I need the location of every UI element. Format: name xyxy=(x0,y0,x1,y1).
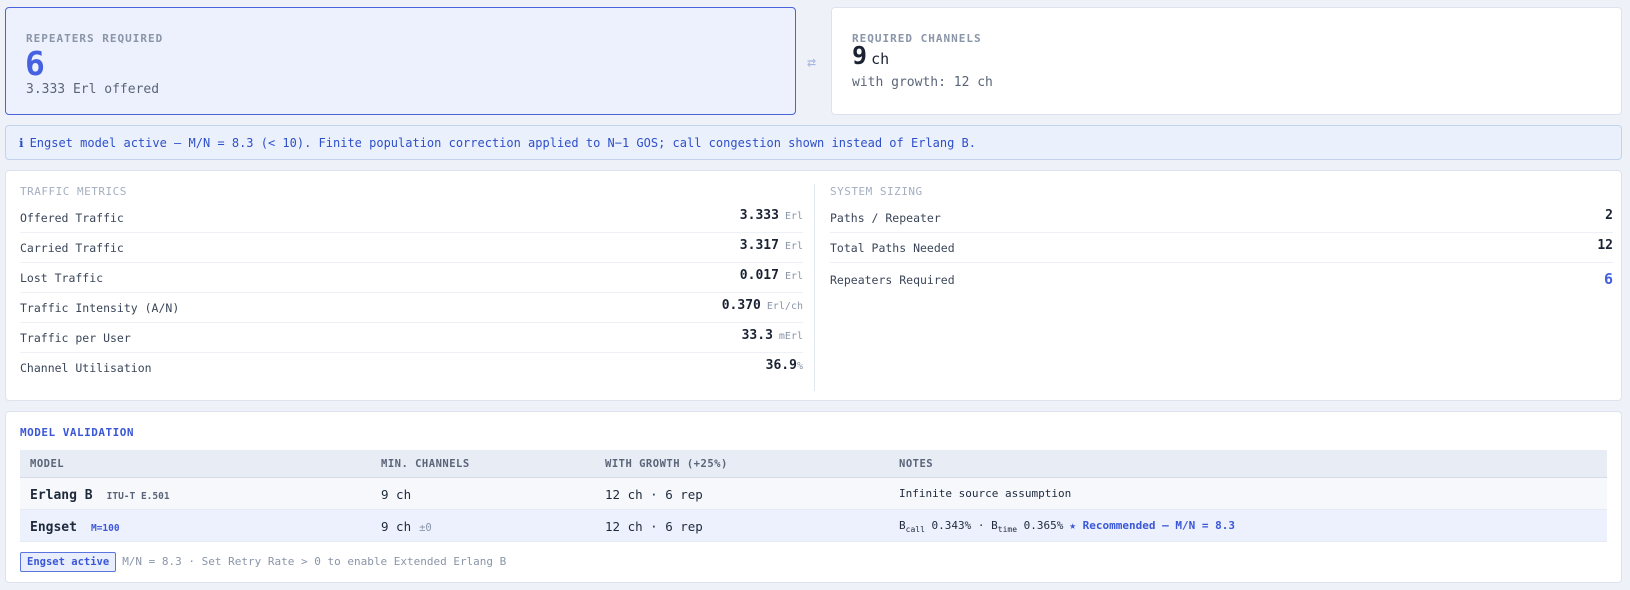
table-row-erlang-b: Erlang B ITU-T E.501 9 ch 12 ch · 6 rep I… xyxy=(20,478,1607,510)
repeaters-summary-card: REPEATERS REQUIRED 6 3.333 Erl offered xyxy=(5,7,796,115)
min-delta: ±0 xyxy=(419,522,432,534)
metric-value: 0.370 Erl/ch xyxy=(721,298,803,313)
traffic-metrics-title: TRAFFIC METRICS xyxy=(20,185,127,198)
metrics-panel: TRAFFIC METRICS Offered Traffic 3.333 Erl… xyxy=(5,170,1622,401)
validation-table: MODEL MIN. CHANNELS WITH GROWTH (+25%) N… xyxy=(20,450,1607,542)
swap-icon: ⇄ xyxy=(807,53,817,71)
model-tag: M=100 xyxy=(90,523,120,534)
repeaters-value: 6 xyxy=(25,44,45,83)
metric-value: 3.333 Erl xyxy=(739,208,803,223)
min-channels-cell: 9 ch xyxy=(381,487,412,502)
banner-text: Engset model active — M/N = 8.3 (< 10). … xyxy=(29,136,976,150)
metric-label: Offered Traffic xyxy=(20,211,124,225)
metric-value: 0.017 Erl xyxy=(739,268,803,283)
repeaters-label: REPEATERS REQUIRED xyxy=(26,32,164,45)
channels-value-row: 9 ch xyxy=(852,41,889,70)
header-model: MODEL xyxy=(30,458,65,470)
engset-info-banner: ℹ Engset model active — M/N = 8.3 (< 10).… xyxy=(5,125,1622,160)
notes-cell: Infinite source assumption xyxy=(899,487,1072,500)
sizing-value: 6 xyxy=(1603,270,1613,288)
metric-unit: Erl xyxy=(784,271,803,282)
metric-row-per-user: Traffic per User 33.3 mErl xyxy=(20,323,803,353)
table-header: MODEL MIN. CHANNELS WITH GROWTH (+25%) N… xyxy=(20,450,1607,478)
header-growth: WITH GROWTH (+25%) xyxy=(605,458,728,470)
model-validation-panel: MODEL VALIDATION MODEL MIN. CHANNELS WIT… xyxy=(5,411,1622,583)
validation-footer: Engset active M/N = 8.3 · Set Retry Rate … xyxy=(20,551,506,572)
channels-growth: with growth: 12 ch xyxy=(852,75,993,90)
model-validation-title: MODEL VALIDATION xyxy=(20,426,134,439)
min-channels-cell: 9 ch ±0 xyxy=(381,519,432,534)
model-cell: Erlang B ITU-T E.501 xyxy=(30,488,170,503)
metric-unit: % xyxy=(796,361,803,372)
channels-summary-card: REQUIRED CHANNELS 9 ch with growth: 12 ch xyxy=(831,7,1622,115)
metric-row-lost: Lost Traffic 0.017 Erl xyxy=(20,263,803,293)
footer-note: M/N = 8.3 · Set Retry Rate > 0 to enable… xyxy=(122,555,507,568)
metric-unit: mErl xyxy=(778,331,803,342)
header-min-channels: MIN. CHANNELS xyxy=(381,458,470,470)
column-divider xyxy=(814,184,815,391)
metric-label: Traffic Intensity (A/N) xyxy=(20,301,180,315)
growth-cell: 12 ch · 6 rep xyxy=(605,487,703,502)
metric-unit: Erl xyxy=(784,211,803,222)
metric-unit: Erl/ch xyxy=(766,301,803,312)
sizing-row-paths-per-repeater: Paths / Repeater 2 xyxy=(830,203,1613,233)
metric-label: Channel Utilisation xyxy=(20,361,152,375)
model-tag: ITU-T E.501 xyxy=(106,491,170,502)
metric-value: 36.9% xyxy=(765,358,803,373)
channels-value: 9 xyxy=(852,41,868,70)
channels-unit: ch xyxy=(871,50,890,68)
offered-traffic-summary: 3.333 Erl offered xyxy=(26,82,160,97)
model-cell: Engset M=100 xyxy=(30,520,120,535)
metric-label: Lost Traffic xyxy=(20,271,104,285)
metric-unit: Erl xyxy=(784,241,803,252)
sizing-label: Repeaters Required xyxy=(830,273,955,287)
header-notes: NOTES xyxy=(899,458,934,470)
metric-value: 3.317 Erl xyxy=(739,238,803,253)
metric-row-intensity: Traffic Intensity (A/N) 0.370 Erl/ch xyxy=(20,293,803,323)
sizing-row-total-paths: Total Paths Needed 12 xyxy=(830,233,1613,263)
metric-row-utilisation: Channel Utilisation 36.9% xyxy=(20,353,803,383)
metric-label: Traffic per User xyxy=(20,331,131,345)
notes-cell: Bcall 0.343% · Btime 0.365% ★ Recommended… xyxy=(899,519,1235,535)
metric-row-carried: Carried Traffic 3.317 Erl xyxy=(20,233,803,263)
sizing-value: 2 xyxy=(1605,208,1613,223)
metric-row-offered: Offered Traffic 3.333 Erl xyxy=(20,203,803,233)
sizing-value: 12 xyxy=(1597,238,1613,253)
system-sizing-title: SYSTEM SIZING xyxy=(830,185,923,198)
growth-cell: 12 ch · 6 rep xyxy=(605,519,703,534)
sizing-label: Total Paths Needed xyxy=(830,241,955,255)
info-icon: ℹ xyxy=(19,136,24,150)
sizing-row-repeaters: Repeaters Required 6 xyxy=(830,265,1613,295)
metric-value: 33.3 mErl xyxy=(741,328,803,343)
metric-label: Carried Traffic xyxy=(20,241,124,255)
table-row-engset: Engset M=100 9 ch ±0 12 ch · 6 rep Bcall 0… xyxy=(20,510,1607,542)
sizing-label: Paths / Repeater xyxy=(830,211,941,225)
engset-active-badge: Engset active xyxy=(20,551,117,572)
recommended-label: ★ Recommended — M/N = 8.3 xyxy=(1069,519,1235,532)
